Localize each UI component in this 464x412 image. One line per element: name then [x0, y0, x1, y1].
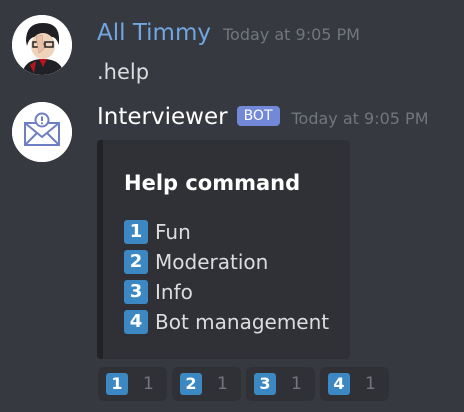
- reaction-three-button[interactable]: 3 1: [246, 367, 315, 401]
- author-name[interactable]: Interviewer: [97, 104, 228, 130]
- reaction-bar: 1 1 2 1 3 1 4 1: [98, 367, 394, 401]
- keycap-three-icon: 3: [254, 373, 276, 395]
- list-item: 2 Moderation: [124, 247, 329, 277]
- reaction-two-button[interactable]: 2 1: [172, 367, 241, 401]
- reaction-count: 1: [365, 374, 376, 394]
- list-item: 4 Bot management: [124, 307, 329, 337]
- list-item: 3 Info: [124, 277, 329, 307]
- author-name[interactable]: All Timmy: [97, 20, 211, 46]
- embed-list: 1 Fun 2 Moderation 3 Info 4 Bot manageme…: [124, 217, 329, 337]
- keycap-one-icon: 1: [124, 220, 148, 244]
- list-item-label: Info: [155, 280, 193, 304]
- keycap-four-icon: 4: [124, 310, 148, 334]
- bot-badge: BOT: [236, 106, 280, 126]
- help-embed: Help command 1 Fun 2 Moderation 3 Info 4…: [97, 140, 350, 359]
- bot-avatar[interactable]: [12, 102, 72, 162]
- message-header: Interviewer BOT Today at 9:05 PM: [97, 104, 429, 134]
- list-item: 1 Fun: [124, 217, 329, 247]
- reaction-count: 1: [291, 374, 302, 394]
- reaction-one-button[interactable]: 1 1: [98, 367, 167, 401]
- list-item-label: Bot management: [155, 310, 330, 334]
- person-avatar-icon: [12, 15, 72, 75]
- keycap-two-icon: 2: [124, 250, 148, 274]
- list-item-label: Moderation: [155, 250, 269, 274]
- reaction-count: 1: [143, 374, 154, 394]
- message-content: .help: [97, 60, 150, 84]
- message-timestamp: Today at 9:05 PM: [222, 25, 360, 44]
- list-item-label: Fun: [155, 220, 191, 244]
- message-timestamp: Today at 9:05 PM: [291, 109, 429, 128]
- envelope-alert-icon: [12, 102, 72, 162]
- keycap-four-icon: 4: [328, 373, 350, 395]
- keycap-two-icon: 2: [180, 373, 202, 395]
- keycap-one-icon: 1: [106, 373, 128, 395]
- embed-title: Help command: [124, 171, 301, 195]
- user-avatar[interactable]: [12, 15, 72, 75]
- reaction-four-button[interactable]: 4 1: [320, 367, 389, 401]
- message-header: All Timmy Today at 9:05 PM: [97, 20, 360, 50]
- reaction-count: 1: [217, 374, 228, 394]
- keycap-three-icon: 3: [124, 280, 148, 304]
